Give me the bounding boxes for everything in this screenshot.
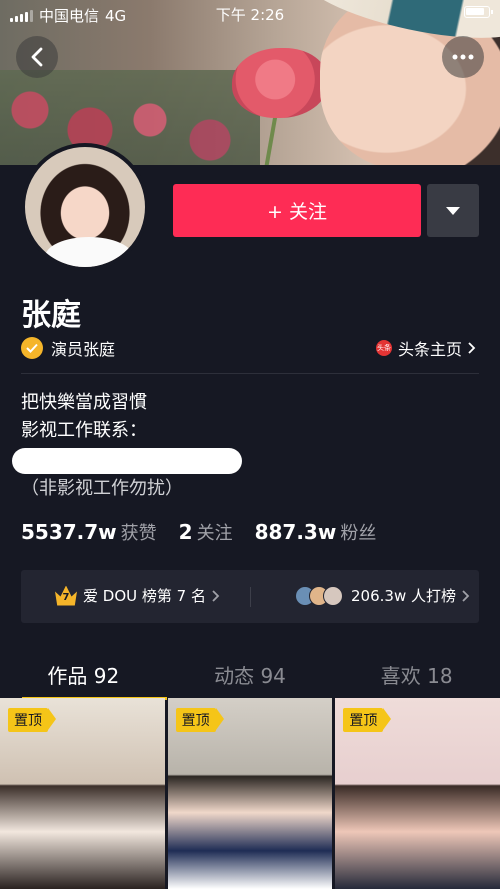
chevron-right-icon [212,589,220,602]
avatar-shirt [45,237,133,267]
stat-value: 5537.7w [21,520,117,544]
supporter-avatars [295,585,343,606]
verification-row: 演员张庭 [21,336,115,360]
pinned-badge: 置顶 [8,708,56,732]
stat-followers[interactable]: 887.3w 粉丝 [255,519,377,545]
more-icon [452,54,474,60]
stat-following[interactable]: 2 关注 [179,519,233,545]
clock: 下午 2:26 [215,6,285,24]
crown-number: 7 [62,592,70,603]
tab-works[interactable]: 作品 92 [0,650,167,700]
video-thumbnail[interactable]: 置顶 [167,698,333,889]
dou-rank-link[interactable]: 7 爱 DOU 榜第 7 名 [55,585,220,606]
tab-activity[interactable]: 动态 94 [167,650,334,698]
chevron-right-icon [468,342,476,354]
cover-background [0,70,260,165]
verification-text: 演员张庭 [51,340,116,359]
rank-bar: 7 爱 DOU 榜第 7 名 206.3w 人打榜 [21,570,479,623]
bio-line: （非影视工作勿扰） [21,478,183,499]
toutiao-icon: 头条 [375,340,392,356]
video-grid: 置顶 置顶 置顶 [0,698,500,889]
toutiao-homepage-link[interactable]: 头条 头条主页 [375,336,476,360]
more-actions-button[interactable] [427,184,479,237]
supporters-text: 206.3w 人打榜 [351,587,456,605]
tab-likes[interactable]: 喜欢 18 [333,650,500,698]
video-thumbnail[interactable]: 置顶 [335,698,500,889]
back-icon [31,47,43,67]
verified-icon [21,337,43,359]
chevron-right-icon [462,589,470,602]
bio-line: 把快樂當成習慣 [21,392,147,413]
back-button[interactable] [16,36,58,78]
divider [21,373,479,374]
cover-rose [232,48,328,118]
status-right [464,6,493,18]
stat-label: 粉丝 [340,523,377,544]
battery-icon [464,6,493,18]
stats-row: 5537.7w 获赞 2 关注 887.3w 粉丝 [21,519,376,545]
stat-likes: 5537.7w 获赞 [21,519,157,545]
stat-value: 887.3w [254,520,337,544]
rank-separator [250,587,251,607]
more-button[interactable] [442,36,484,78]
video-thumbnail[interactable]: 置顶 [0,698,165,889]
bio-line: 影视工作联系： [21,420,147,441]
redacted-contact [12,448,242,474]
content-tabs: 作品 92 动态 94 喜欢 18 [0,650,500,700]
pinned-badge: 置顶 [175,708,224,732]
stat-value: 2 [178,520,193,544]
pinned-badge: 置顶 [343,708,392,732]
follow-button[interactable]: + 关注 [173,184,421,237]
stat-label: 获赞 [120,523,157,544]
stat-label: 关注 [196,523,233,544]
avatar[interactable] [21,143,149,271]
supporters-link[interactable]: 206.3w 人打榜 [295,585,470,606]
crown-icon: 7 [55,585,77,606]
rank-text: 爱 DOU 榜第 7 名 [83,587,206,605]
dropdown-icon [446,206,460,215]
profile-name: 张庭 [21,298,81,333]
bio: 把快樂當成習慣 影视工作联系： [21,389,147,445]
status-bar: 中国电信 4G 下午 2:26 [0,0,500,28]
toutiao-label: 头条主页 [397,340,462,359]
supporter-avatar [323,585,343,606]
